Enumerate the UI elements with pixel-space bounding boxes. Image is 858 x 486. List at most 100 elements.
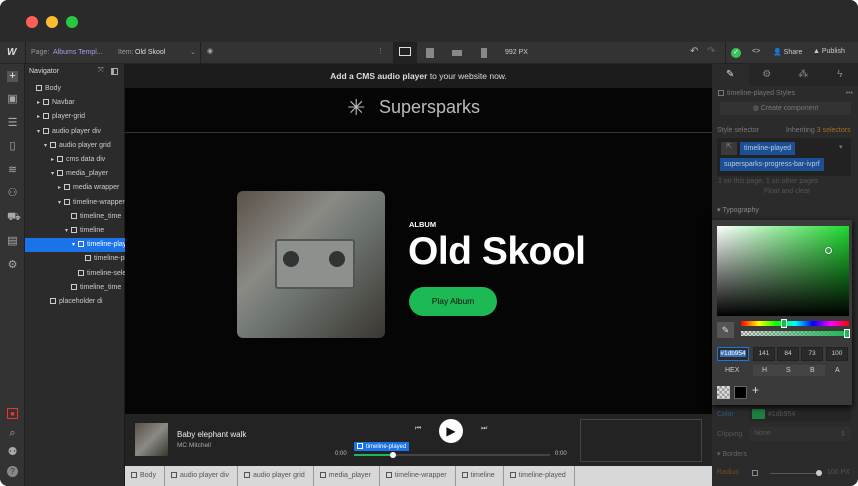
- add-swatch-icon[interactable]: +: [752, 383, 759, 397]
- chevron-down-icon[interactable]: ⌄: [190, 48, 196, 56]
- time-start: 0:00: [335, 451, 347, 457]
- saturation-brightness-area[interactable]: [717, 226, 849, 316]
- page-selector[interactable]: Albums Templ...: [53, 49, 103, 56]
- play-album-button[interactable]: Play Album: [409, 287, 497, 316]
- cms-database-icon[interactable]: ≋: [7, 165, 18, 176]
- hue-slider[interactable]: [741, 321, 849, 326]
- clipping-select[interactable]: None ⇕: [749, 427, 851, 441]
- design-canvas[interactable]: Add a CMS audio player to your website n…: [125, 64, 712, 414]
- navigator-item[interactable]: ▸ cms data div: [25, 153, 125, 167]
- breadcrumb-item[interactable]: timeline-wrapper: [380, 466, 456, 486]
- navigator-item[interactable]: Body: [25, 82, 125, 96]
- navigator-item[interactable]: ▾ timeline-wrapper: [25, 196, 125, 210]
- item-selector[interactable]: Old Skool: [135, 49, 165, 56]
- navigator-item[interactable]: ▾ media_player: [25, 167, 125, 181]
- brightness-input[interactable]: 73: [801, 347, 823, 361]
- float-section[interactable]: Float and clear: [764, 188, 810, 195]
- color-picker-handle[interactable]: [825, 247, 832, 254]
- navigator-item[interactable]: timeline_time: [25, 210, 125, 224]
- settings-tab-gear-icon[interactable]: ⚙: [749, 64, 786, 86]
- publish-button[interactable]: ▲ Publish: [813, 48, 845, 55]
- transparent-swatch[interactable]: [717, 386, 730, 399]
- navigator-item[interactable]: ▾timeline-played: [25, 238, 125, 253]
- style-tab-brush-icon[interactable]: ✎: [712, 64, 749, 86]
- breadcrumb-item[interactable]: audio player grid: [238, 466, 314, 486]
- borders-section[interactable]: ▾ Borders: [717, 450, 747, 458]
- next-track-icon[interactable]: ⏭: [481, 425, 487, 433]
- navigator-item[interactable]: placeholder di: [25, 295, 125, 309]
- eyedropper-icon[interactable]: ✎: [717, 322, 734, 338]
- navigator-item[interactable]: ▾ timeline: [25, 224, 125, 238]
- previous-track-icon[interactable]: ⏮: [415, 425, 421, 433]
- pages-icon[interactable]: ▯: [7, 141, 18, 152]
- color-swatch[interactable]: [752, 409, 765, 419]
- alpha-slider[interactable]: [741, 331, 849, 336]
- inheriting-count[interactable]: 3 selectors: [817, 127, 851, 134]
- cms-banner[interactable]: Add a CMS audio player to your website n…: [125, 64, 712, 88]
- breadcrumb-item[interactable]: media_player: [314, 466, 380, 486]
- hex-input[interactable]: #1db954: [720, 350, 746, 357]
- tablet-icon[interactable]: [426, 48, 434, 58]
- alpha-handle[interactable]: [844, 329, 850, 338]
- search-icon[interactable]: ⌕: [7, 428, 18, 439]
- mobile-landscape-icon[interactable]: [452, 50, 462, 56]
- timeline-handle[interactable]: [390, 452, 397, 458]
- mobile-portrait-icon[interactable]: [481, 48, 487, 58]
- navigator-item[interactable]: timeline_time: [25, 281, 125, 295]
- hue-input[interactable]: 141: [753, 347, 775, 361]
- navigator-icon[interactable]: ☰: [7, 118, 18, 129]
- add-panel-icon[interactable]: +: [7, 71, 18, 82]
- collapse-all-icon[interactable]: ⤧: [98, 67, 104, 75]
- navigator-item[interactable]: ▸ Navbar: [25, 96, 125, 110]
- create-component-button[interactable]: ◍ Create component: [720, 102, 851, 115]
- breadcrumb-item[interactable]: audio player div: [165, 466, 238, 486]
- element-icon: [50, 298, 56, 304]
- navigator-item[interactable]: ▸ media wrapper: [25, 181, 125, 195]
- black-swatch[interactable]: [734, 386, 747, 399]
- class-pill[interactable]: timeline-played: [740, 142, 796, 155]
- redo-icon[interactable]: ↷: [707, 46, 715, 57]
- team-icon[interactable]: ⚉: [7, 447, 18, 458]
- radius-slider-handle[interactable]: [816, 470, 822, 476]
- settings-gear-icon[interactable]: ⚙: [7, 260, 18, 271]
- class-pill[interactable]: supersparks-progress-bar-ivprf: [720, 158, 824, 171]
- radius-slider[interactable]: [770, 473, 818, 474]
- undo-icon[interactable]: ↶: [690, 46, 698, 57]
- help-icon[interactable]: ?: [7, 466, 18, 477]
- users-icon[interactable]: ⚇: [7, 188, 18, 199]
- share-button[interactable]: 👤 Share: [773, 48, 802, 56]
- assets-icon[interactable]: ▤: [7, 236, 18, 247]
- navigator-item[interactable]: ▾ audio player div: [25, 125, 125, 139]
- selector-dropdown-icon[interactable]: ▾: [839, 143, 843, 151]
- brand-name[interactable]: Supersparks: [379, 97, 480, 118]
- saturation-input[interactable]: 84: [777, 347, 799, 361]
- style-manager-tab-icon[interactable]: ⁂: [785, 64, 822, 86]
- radius-all-icon[interactable]: [752, 470, 758, 476]
- close-window-button[interactable]: [26, 16, 38, 28]
- more-options-icon[interactable]: •••: [846, 90, 853, 97]
- radius-value[interactable]: 100 PX: [827, 469, 850, 476]
- alpha-input[interactable]: 100: [826, 347, 848, 361]
- more-icon[interactable]: ⋮: [377, 47, 384, 55]
- record-icon[interactable]: ■: [7, 408, 18, 419]
- dock-panel-icon[interactable]: [111, 68, 118, 75]
- breadcrumb-item[interactable]: Body: [125, 466, 165, 486]
- navigator-item[interactable]: ▾ audio player grid: [25, 139, 125, 153]
- breadcrumb-item[interactable]: timeline: [456, 466, 504, 486]
- breadcrumb-item[interactable]: timeline-played: [504, 466, 575, 486]
- navigator-item[interactable]: timeline-played-bar: [25, 252, 125, 266]
- zoom-window-button[interactable]: [66, 16, 78, 28]
- minimize-window-button[interactable]: [46, 16, 58, 28]
- navigator-item[interactable]: timeline-selector: [25, 267, 125, 281]
- webflow-logo[interactable]: W: [7, 47, 16, 58]
- selector-state-icon[interactable]: ⇱: [721, 142, 737, 155]
- code-icon[interactable]: <>: [752, 48, 760, 55]
- navigator-item[interactable]: ▸ player-grid: [25, 110, 125, 124]
- interactions-tab-bolt-icon[interactable]: ϟ: [822, 64, 858, 86]
- preview-eye-icon[interactable]: ◉: [207, 47, 213, 55]
- symbols-cube-icon[interactable]: ▣: [7, 94, 18, 105]
- ecommerce-cart-icon[interactable]: ⛟: [7, 212, 21, 223]
- hue-handle[interactable]: [781, 319, 787, 328]
- play-pause-button[interactable]: ▶: [439, 419, 463, 443]
- typography-section[interactable]: ▾ Typography: [717, 206, 759, 214]
